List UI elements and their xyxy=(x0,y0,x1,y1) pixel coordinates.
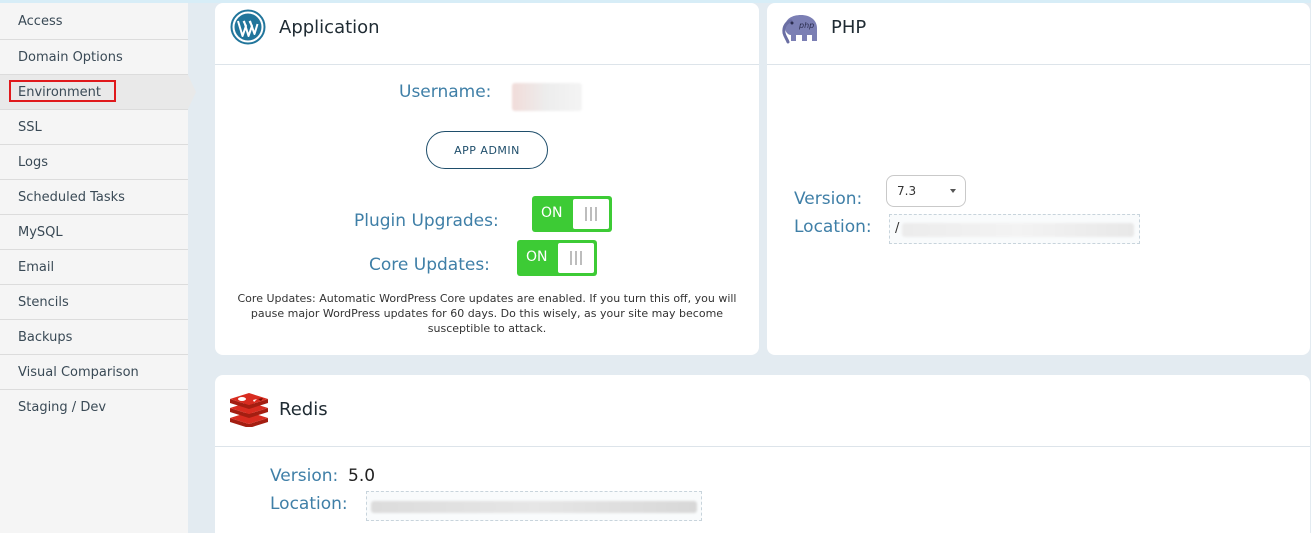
toggle-on-text: ON xyxy=(541,205,563,221)
sidebar-item-label: Stencils xyxy=(18,294,69,310)
username-label: Username: xyxy=(399,82,492,102)
redis-title: Redis xyxy=(279,399,328,420)
redis-location-field xyxy=(366,491,702,521)
sidebar-item-mysql[interactable]: MySQL xyxy=(0,215,188,250)
core-updates-label: Core Updates: xyxy=(369,255,490,275)
php-location-label: Location: xyxy=(794,217,872,237)
sidebar-item-logs[interactable]: Logs xyxy=(0,145,188,180)
application-card: Application Username: APP ADMIN Plugin U… xyxy=(215,3,759,355)
svg-text:php: php xyxy=(798,21,814,30)
sidebar-item-scheduled-tasks[interactable]: Scheduled Tasks xyxy=(0,180,188,215)
sidebar: Access Domain Options Environment SSL Lo… xyxy=(0,3,196,533)
application-title: Application xyxy=(279,17,380,38)
php-elephant-icon: php xyxy=(782,15,817,44)
toggle-on-text: ON xyxy=(526,249,548,265)
core-updates-toggle[interactable]: ON xyxy=(517,240,597,276)
php-location-value: / xyxy=(895,221,900,236)
sidebar-item-ssl[interactable]: SSL xyxy=(0,110,188,145)
php-card: php PHP Version: 7.3 Location: / xyxy=(767,3,1310,355)
plugin-upgrades-label: Plugin Upgrades: xyxy=(354,211,499,231)
sidebar-item-label: Domain Options xyxy=(18,49,123,65)
sidebar-item-label: SSL xyxy=(18,119,42,135)
sidebar-item-stencils[interactable]: Stencils xyxy=(0,285,188,320)
redis-version-label: Version: xyxy=(270,466,339,486)
sidebar-item-label: Logs xyxy=(18,154,48,170)
core-updates-note: Core Updates: Automatic WordPress Core u… xyxy=(237,292,737,335)
php-location-field: / xyxy=(889,214,1140,244)
sidebar-item-label: Environment xyxy=(18,84,102,100)
toggle-knob xyxy=(558,243,594,273)
wordpress-icon xyxy=(230,9,266,45)
plugin-upgrades-toggle[interactable]: ON xyxy=(532,196,612,232)
sidebar-item-staging-dev[interactable]: Staging / Dev xyxy=(0,390,188,425)
application-card-header: Application xyxy=(215,3,759,65)
php-card-header: php PHP xyxy=(767,3,1310,65)
sidebar-item-label: Email xyxy=(18,259,55,275)
php-version-value: 7.3 xyxy=(897,184,917,198)
sidebar-item-label: Visual Comparison xyxy=(18,364,139,380)
sidebar-item-access[interactable]: Access xyxy=(0,3,188,40)
sidebar-item-visual-comparison[interactable]: Visual Comparison xyxy=(0,355,188,390)
toggle-knob xyxy=(573,199,609,229)
php-version-select[interactable]: 7.3 xyxy=(886,175,966,207)
username-value-redacted xyxy=(512,83,582,111)
sidebar-item-label: Staging / Dev xyxy=(18,400,107,415)
sidebar-item-label: Backups xyxy=(18,329,73,345)
redis-location-label: Location: xyxy=(270,494,348,514)
redis-version-value: 5.0 xyxy=(348,466,376,486)
php-version-label: Version: xyxy=(794,189,863,209)
sidebar-item-backups[interactable]: Backups xyxy=(0,320,188,355)
sidebar-item-label: Scheduled Tasks xyxy=(18,189,125,205)
php-title: PHP xyxy=(831,17,867,38)
redis-icon xyxy=(230,393,268,427)
php-location-redacted xyxy=(902,223,1134,237)
chevron-down-icon xyxy=(950,189,956,193)
sidebar-item-domain-options[interactable]: Domain Options xyxy=(0,40,188,75)
sidebar-item-label: Access xyxy=(18,13,63,29)
sidebar-item-label: MySQL xyxy=(18,224,63,240)
redis-location-redacted xyxy=(371,501,697,513)
redis-card-header: Redis xyxy=(215,375,1310,447)
sidebar-item-environment[interactable]: Environment xyxy=(0,75,196,110)
app-admin-button[interactable]: APP ADMIN xyxy=(426,131,548,169)
sidebar-item-email[interactable]: Email xyxy=(0,250,188,285)
redis-card: Redis Version: 5.0 Location: xyxy=(215,375,1310,533)
